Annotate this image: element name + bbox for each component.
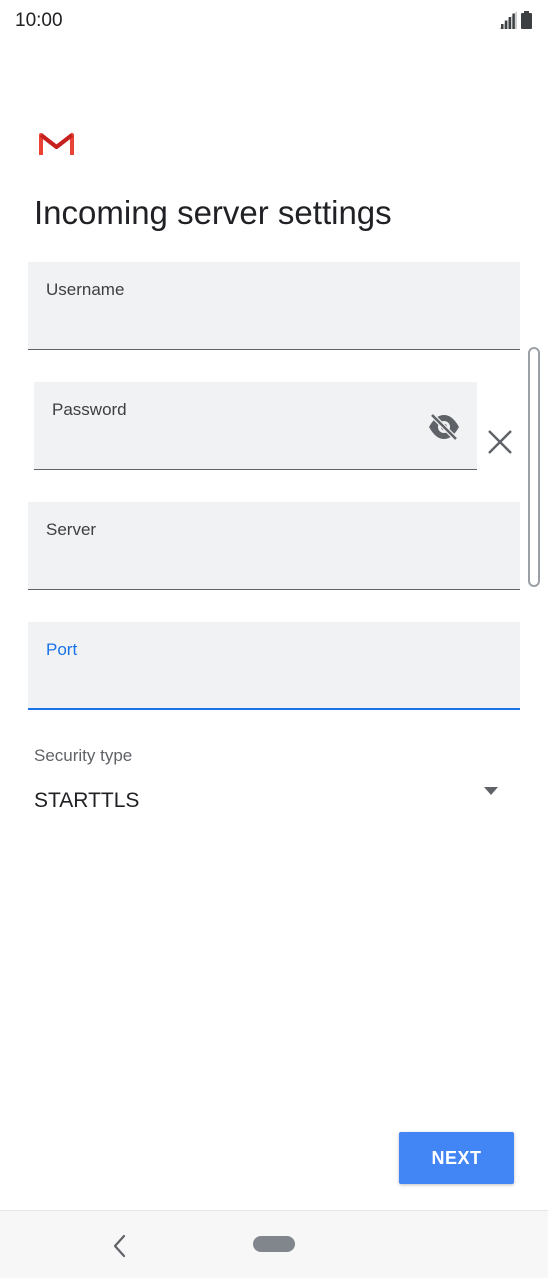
next-button[interactable]: NEXT xyxy=(399,1132,514,1184)
navigation-bar xyxy=(0,1210,548,1278)
status-bar: 10:00 xyxy=(0,0,548,42)
server-input[interactable] xyxy=(46,549,502,579)
signal-icon xyxy=(499,11,517,29)
eye-off-icon[interactable] xyxy=(427,412,461,442)
gmail-logo-icon xyxy=(39,133,74,155)
password-input[interactable] xyxy=(52,429,459,459)
dropdown-arrow-icon[interactable] xyxy=(484,787,498,795)
home-pill-icon[interactable] xyxy=(253,1236,295,1252)
close-icon[interactable] xyxy=(485,427,515,457)
password-label: Password xyxy=(52,400,127,419)
security-type-value: STARTTLS xyxy=(34,789,140,812)
security-type-label: Security type xyxy=(34,746,133,765)
port-field[interactable]: Port xyxy=(28,622,520,710)
page-title: Incoming server settings xyxy=(34,194,392,231)
password-field[interactable]: Password xyxy=(34,382,477,470)
status-icons xyxy=(499,11,532,29)
port-label: Port xyxy=(46,640,78,659)
server-field[interactable]: Server xyxy=(28,502,520,590)
status-time: 10:00 xyxy=(15,10,63,31)
username-label: Username xyxy=(46,280,125,299)
port-input[interactable] xyxy=(46,668,502,698)
server-label: Server xyxy=(46,520,97,539)
scrollbar[interactable] xyxy=(528,347,540,587)
username-input[interactable] xyxy=(46,309,502,339)
security-type-dropdown[interactable]: STARTTLS xyxy=(34,780,514,824)
battery-icon xyxy=(521,11,532,29)
back-chevron-icon[interactable] xyxy=(108,1233,132,1259)
username-field[interactable]: Username xyxy=(28,262,520,350)
